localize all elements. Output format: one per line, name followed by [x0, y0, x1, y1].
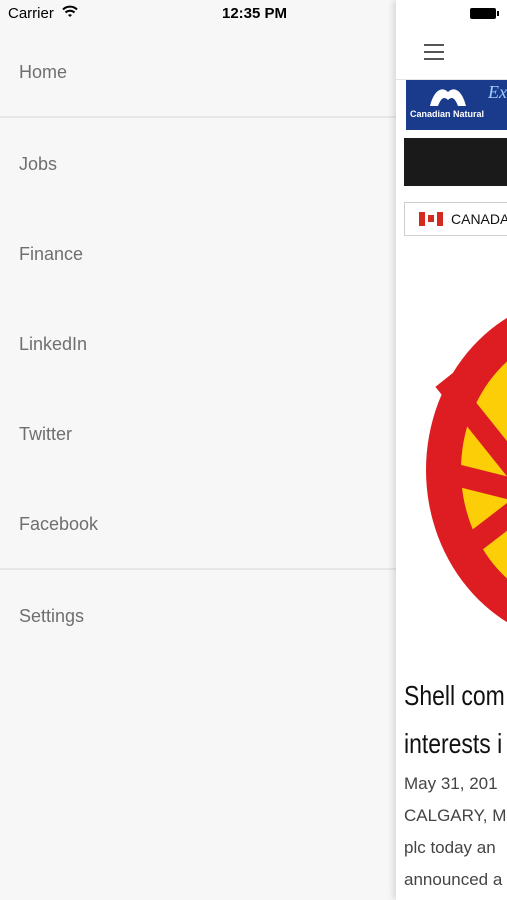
menu-divider: [0, 568, 396, 570]
menu-item-facebook[interactable]: Facebook: [0, 494, 396, 554]
menu-item-finance[interactable]: Finance: [0, 224, 396, 284]
canada-flag-icon: [419, 212, 443, 226]
status-bar: Carrier 12:35 PM: [0, 0, 396, 28]
country-selector[interactable]: CANADA: [404, 202, 507, 236]
side-menu: Carrier 12:35 PM Home Jobs Finance Linke…: [0, 0, 396, 900]
hamburger-menu-icon[interactable]: [424, 44, 444, 60]
ad-tagline: Ex: [488, 82, 507, 102]
country-label: CANADA: [451, 211, 507, 227]
wifi-icon: [62, 5, 78, 17]
section-header-bar: [404, 138, 507, 186]
menu-divider: [0, 116, 396, 118]
menu-item-home[interactable]: Home: [0, 42, 396, 102]
battery-icon: [470, 8, 499, 19]
menu-item-twitter[interactable]: Twitter: [0, 404, 396, 464]
article-date: May 31, 201: [404, 774, 498, 793]
ad-brand-text: Canadian Natural: [410, 109, 485, 119]
menu-item-linkedin[interactable]: LinkedIn: [0, 314, 396, 374]
canadian-natural-logo-icon: [430, 89, 466, 106]
nav-bar: [396, 28, 507, 80]
menu-item-jobs[interactable]: Jobs: [0, 134, 396, 194]
article-excerpt: May 31, 201 CALGARY, M plc today an anno…: [404, 768, 507, 896]
screen: Carrier 12:35 PM Home Jobs Finance Linke…: [0, 0, 507, 900]
article-headline[interactable]: Shell com interests i: [404, 672, 507, 768]
clock: 12:35 PM: [222, 5, 288, 22]
menu-item-settings[interactable]: Settings: [0, 586, 396, 646]
content-panel[interactable]: Canadian Natural Ex CANADA Shell com int…: [396, 0, 507, 900]
shell-logo-image: [426, 317, 507, 623]
ad-banner[interactable]: Canadian Natural Ex: [406, 80, 507, 130]
carrier-label: Carrier: [8, 5, 54, 22]
